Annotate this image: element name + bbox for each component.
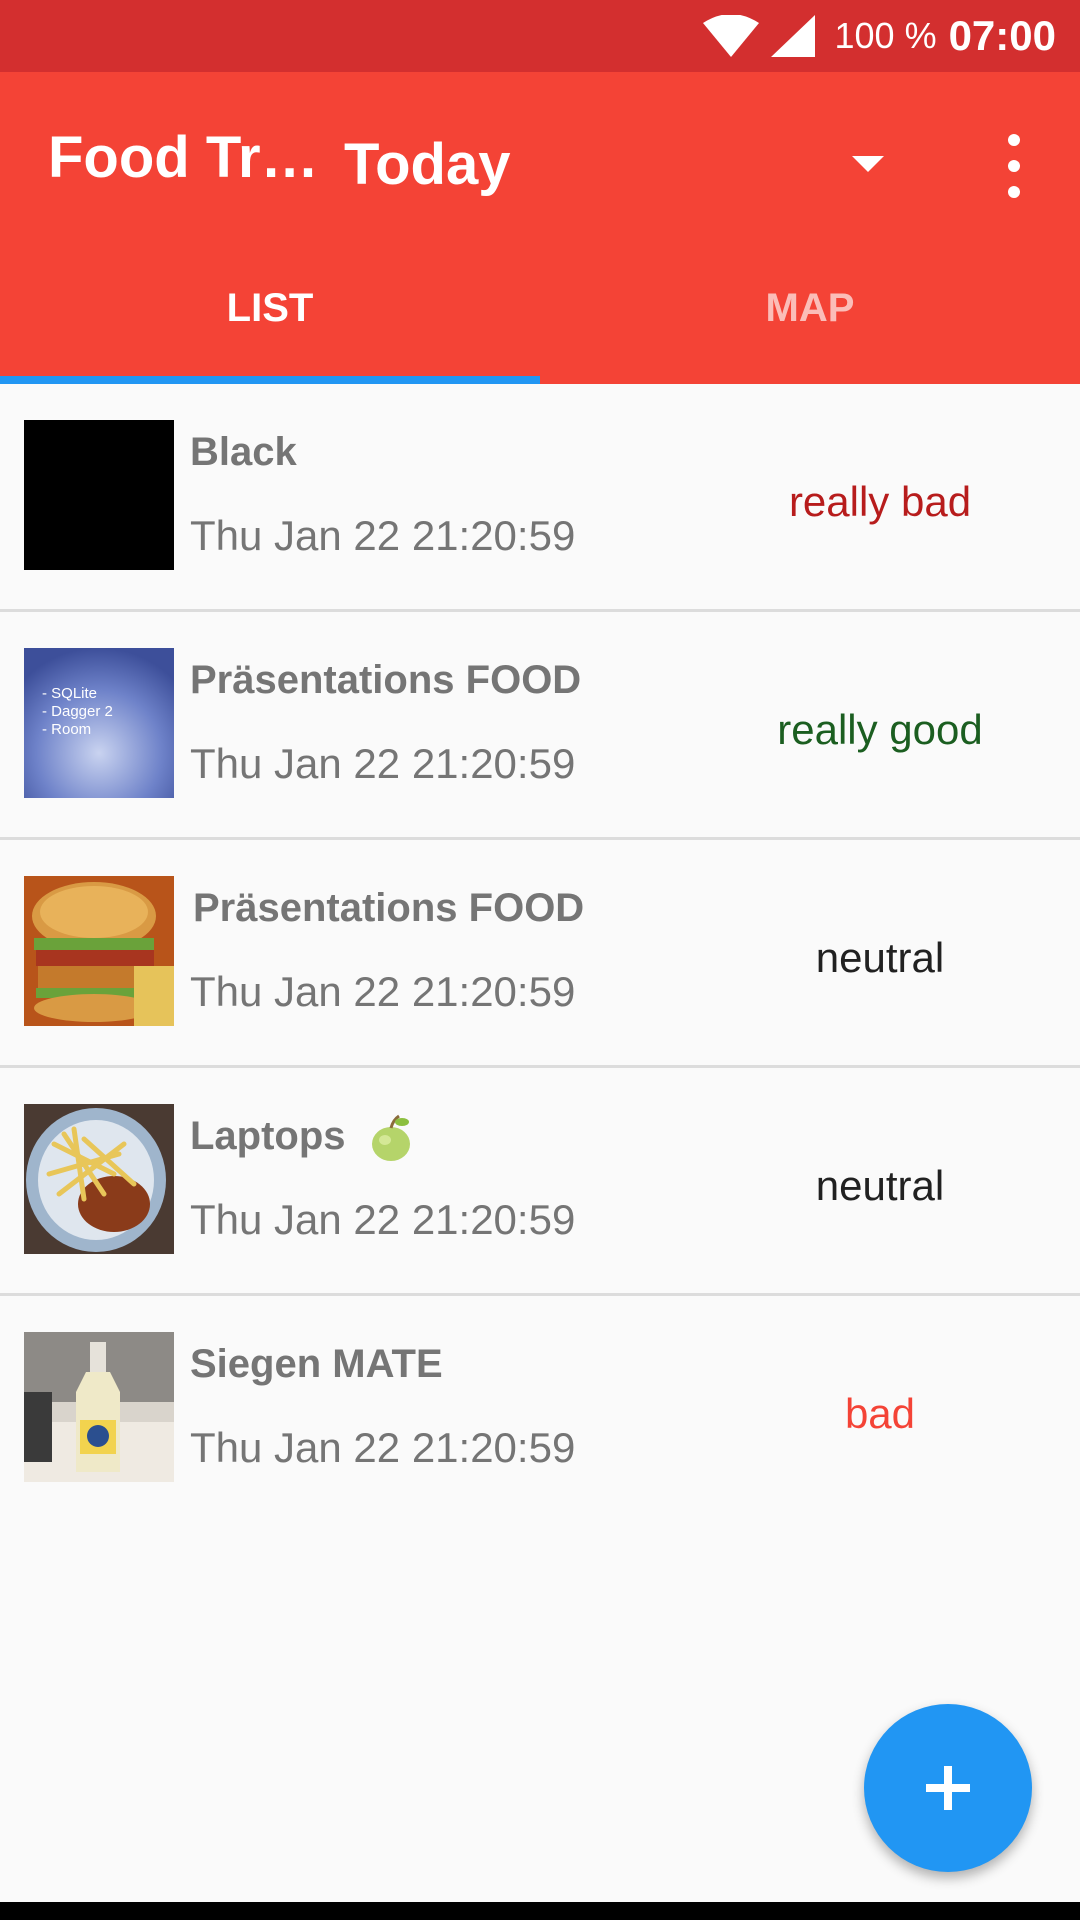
- fries-photo-thumbnail: [24, 1104, 174, 1254]
- date-range-spinner[interactable]: Today: [344, 124, 904, 204]
- item-name-text: Laptops: [190, 1114, 346, 1158]
- tab-list-label: LIST: [226, 285, 314, 330]
- green-apple-icon: [371, 1115, 410, 1162]
- tab-bar: LIST MAP: [0, 232, 1080, 384]
- overflow-dot: [1008, 134, 1020, 146]
- navigation-bar: [0, 1902, 1080, 1920]
- item-rating: neutral: [815, 1162, 945, 1209]
- slide-line-3: - Room: [42, 721, 91, 738]
- food-list: Black Thu Jan 22 21:20:59 really bad - S…: [0, 384, 1080, 1524]
- item-rating: really bad: [788, 478, 972, 525]
- presentation-slide-thumbnail: - SQLite - Dagger 2 - Room: [24, 648, 174, 798]
- tab-list[interactable]: LIST: [0, 232, 540, 384]
- app-bar: Food Tr… Today LIST MAP: [0, 72, 1080, 384]
- item-date: Thu Jan 22 21:20:59: [190, 512, 576, 559]
- spinner-value: Today: [344, 131, 511, 197]
- add-food-button[interactable]: [864, 1704, 1032, 1872]
- item-name: Laptops: [190, 1114, 413, 1162]
- item-rating: neutral: [815, 934, 945, 981]
- overflow-dot: [1008, 160, 1020, 172]
- wifi-icon: [702, 15, 759, 57]
- list-item[interactable]: Laptops Thu Jan 22 21:20:59 neutral: [0, 1068, 1080, 1296]
- black-square-thumbnail: [24, 420, 174, 570]
- item-date: Thu Jan 22 21:20:59: [190, 1196, 576, 1243]
- more-vert-icon[interactable]: [990, 128, 1038, 204]
- battery-level: 100 %: [834, 15, 937, 56]
- tab-indicator: [0, 376, 540, 384]
- item-name: Siegen MATE: [190, 1342, 443, 1386]
- tab-map[interactable]: MAP: [540, 232, 1080, 384]
- list-item[interactable]: Präsentations FOOD Thu Jan 22 21:20:59 n…: [0, 840, 1080, 1068]
- clock: 07:00: [948, 12, 1056, 59]
- item-date: Thu Jan 22 21:20:59: [190, 740, 576, 787]
- item-rating: really good: [777, 706, 983, 753]
- plus-icon: [926, 1766, 970, 1810]
- slide-line-2: - Dagger 2: [42, 703, 113, 720]
- status-bar: 100 % 07:00: [0, 0, 1080, 72]
- bottle-photo-thumbnail: [24, 1332, 174, 1482]
- item-date: Thu Jan 22 21:20:59: [190, 1424, 576, 1471]
- item-name: Präsentations FOOD: [193, 886, 585, 930]
- dropdown-arrow-icon: [852, 156, 884, 172]
- overflow-dot: [1008, 186, 1020, 198]
- list-item[interactable]: Siegen MATE Thu Jan 22 21:20:59 bad: [0, 1296, 1080, 1524]
- burger-photo-thumbnail: [24, 876, 174, 1026]
- tab-map-label: MAP: [765, 285, 855, 330]
- item-name: Black: [190, 430, 297, 474]
- app-title: Food Tr…: [48, 125, 319, 190]
- list-item[interactable]: - SQLite - Dagger 2 - Room Präsentations…: [0, 612, 1080, 840]
- list-item[interactable]: Black Thu Jan 22 21:20:59 really bad: [0, 384, 1080, 612]
- item-rating: bad: [844, 1390, 916, 1437]
- item-name: Präsentations FOOD: [190, 658, 582, 702]
- slide-line-1: - SQLite: [42, 685, 97, 702]
- item-date: Thu Jan 22 21:20:59: [190, 968, 576, 1015]
- cell-signal-icon: [770, 15, 815, 57]
